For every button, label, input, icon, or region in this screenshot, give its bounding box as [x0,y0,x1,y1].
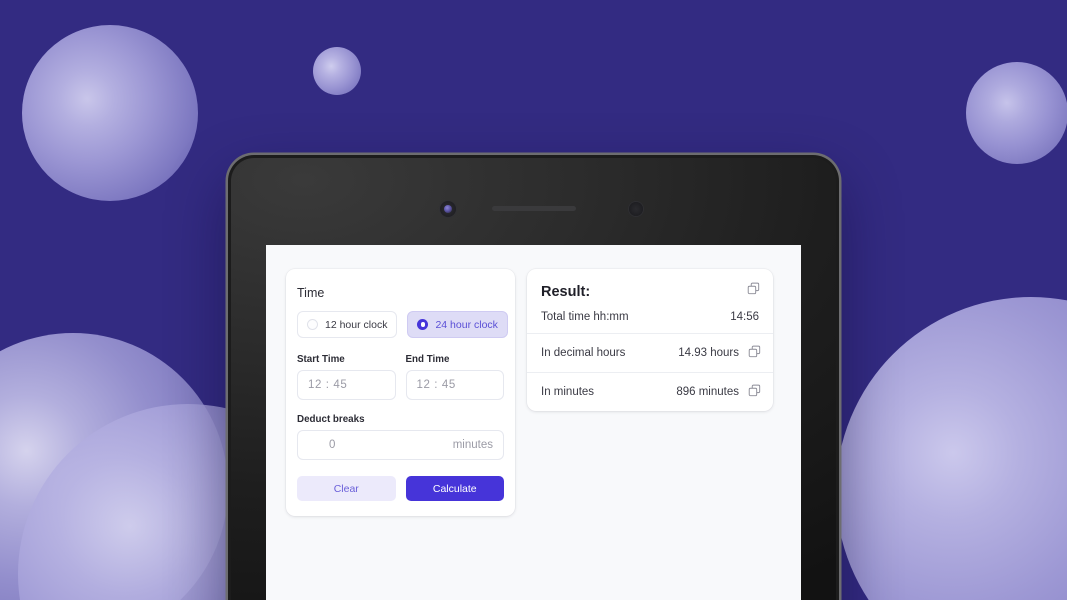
result-key-decimal-hours: In decimal hours [541,347,626,359]
tablet-bezel: Time 12 hour clock 24 hour clock Start T… [231,158,836,600]
start-time-value: 12 : 45 [308,379,348,391]
decorative-sphere-bottom-right [836,297,1067,600]
copy-icon[interactable] [748,384,761,397]
decorative-sphere-bottom-left-upper [0,333,228,600]
clear-button[interactable]: Clear [297,476,396,501]
end-time-field-group: End Time 12 : 45 [405,354,504,400]
time-card-title: Time [297,286,325,300]
deduct-breaks-input[interactable]: 0 minutes [297,430,504,460]
tablet-hardware-row [231,199,836,221]
deduct-breaks-label: Deduct breaks [297,414,365,425]
radio-circle-icon [307,319,318,330]
end-time-label: End Time [405,354,450,365]
start-time-input[interactable]: 12 : 45 [297,370,396,400]
tablet-device-frame: Time 12 hour clock 24 hour clock Start T… [228,155,839,600]
radio-option-12-hour-clock[interactable]: 12 hour clock [297,311,398,338]
decorative-sphere-top-left [22,25,198,201]
result-row-minutes: In minutes 896 minutes [527,372,773,411]
end-time-value: 12 : 45 [416,379,456,391]
copy-icon[interactable] [747,282,760,295]
result-row-decimal-hours: In decimal hours 14.93 hours [527,333,773,372]
speaker-grille-icon [492,206,576,211]
radio-label-12-hour: 12 hour clock [325,318,388,331]
result-title: Result: [541,284,591,300]
copy-icon[interactable] [748,345,761,358]
time-fields-row: Start Time 12 : 45 End Time 12 : 45 [297,354,504,400]
result-key-minutes: In minutes [541,386,595,398]
time-input-card: Time 12 hour clock 24 hour clock Start T… [286,269,515,516]
decorative-sphere-top-right [966,62,1067,164]
start-time-field-group: Start Time 12 : 45 [297,354,396,400]
app-scene: Time 12 hour clock 24 hour clock Start T… [0,0,1067,600]
radio-label-24-hour: 24 hour clock [435,318,498,331]
radio-circle-selected-icon [417,319,429,330]
result-value-minutes: 896 minutes [676,386,739,398]
deduct-breaks-value: 0 [329,439,336,451]
start-time-label: Start Time [297,354,345,365]
result-value-total-time: 14:56 [730,311,759,323]
proximity-sensor-icon [629,202,643,216]
radio-option-24-hour-clock[interactable]: 24 hour clock [407,311,508,338]
end-time-input[interactable]: 12 : 45 [405,370,504,400]
result-card: Result: Total time hh:mm 14:56 In decima… [527,269,773,411]
result-key-total-time: Total time hh:mm [541,311,629,323]
tablet-screen: Time 12 hour clock 24 hour clock Start T… [266,245,801,600]
camera-lens-icon [440,201,456,217]
result-row-total-time: Total time hh:mm 14:56 [541,311,759,323]
result-value-decimal-hours: 14.93 hours [678,347,739,359]
app-content: Time 12 hour clock 24 hour clock Start T… [266,245,801,540]
decorative-sphere-top-middle [313,47,361,95]
deduct-breaks-unit: minutes [452,439,493,451]
result-header: Result: Total time hh:mm 14:56 [527,269,773,333]
clock-format-radio-group: 12 hour clock 24 hour clock [297,311,508,338]
calculate-button[interactable]: Calculate [405,476,504,501]
action-buttons-row: Clear Calculate [297,476,504,501]
